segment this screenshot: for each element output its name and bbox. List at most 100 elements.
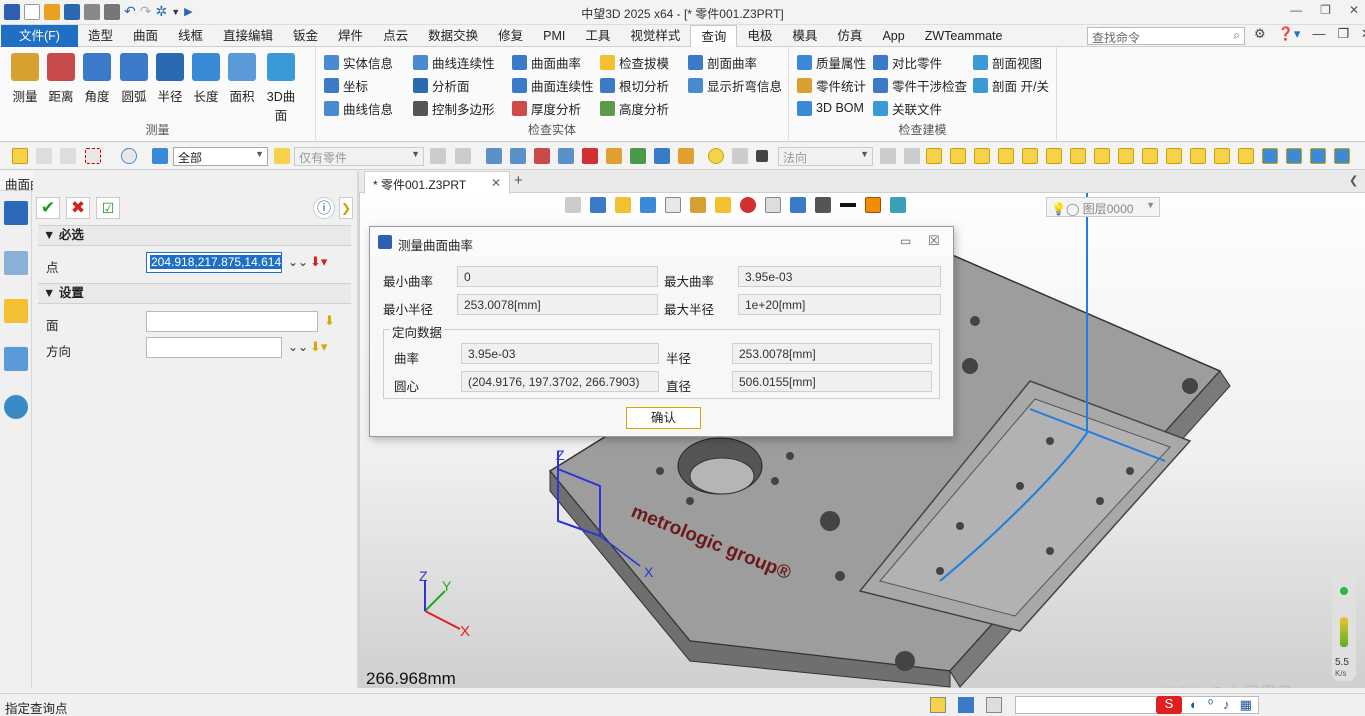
pick-direction-icon[interactable]: ⬇▾ bbox=[310, 339, 327, 355]
hole[interactable] bbox=[936, 567, 944, 575]
snap-filter-icon-17[interactable] bbox=[1334, 148, 1350, 164]
double-chevron-icon[interactable]: ⌄⌄ bbox=[288, 255, 308, 269]
status-grid-icon[interactable] bbox=[930, 697, 946, 713]
ok-check-icon[interactable]: ✔ bbox=[36, 197, 60, 219]
image-icon[interactable] bbox=[630, 148, 646, 164]
entity-col4-button-0[interactable]: 检查拔模 bbox=[600, 52, 669, 72]
view-manager-icon[interactable] bbox=[4, 347, 28, 371]
snap-filter-icon-2[interactable] bbox=[974, 148, 990, 164]
entity-col3-button-2[interactable]: 厚度分析 bbox=[512, 98, 581, 118]
file-menu[interactable]: 文件(F) bbox=[1, 25, 78, 47]
view-tool-icon[interactable] bbox=[455, 148, 471, 164]
entity-col2-button-0[interactable]: 曲线连续性 bbox=[413, 52, 495, 72]
hole[interactable] bbox=[970, 316, 980, 326]
menu-tab-9[interactable]: PMI bbox=[533, 25, 575, 47]
menu-tab-14[interactable]: 模具 bbox=[782, 25, 827, 47]
entity-col2-button-1[interactable]: 分析面 bbox=[413, 75, 470, 95]
direction-input[interactable] bbox=[146, 337, 282, 358]
help-icon[interactable]: ❓▾ bbox=[1278, 26, 1301, 42]
model-col2-button-1[interactable]: 零件干涉检查 bbox=[873, 75, 967, 95]
measure-button-3[interactable]: 圆弧 bbox=[117, 53, 151, 105]
snap-filter-icon-11[interactable] bbox=[1190, 148, 1206, 164]
target-icon[interactable] bbox=[740, 197, 756, 213]
entity-col4-button-1[interactable]: 根切分析 bbox=[600, 75, 669, 95]
magnet-icon[interactable] bbox=[732, 148, 748, 164]
hole[interactable] bbox=[786, 452, 794, 460]
part-filter-icon[interactable] bbox=[274, 148, 290, 164]
circle-select-icon[interactable] bbox=[121, 148, 137, 164]
view-orient-icon[interactable] bbox=[590, 197, 606, 213]
menu-tab-15[interactable]: 仿真 bbox=[827, 25, 872, 47]
menu-tab-5[interactable]: 焊件 bbox=[328, 25, 373, 47]
pick-arrow-icon[interactable] bbox=[12, 148, 28, 164]
entity-col1-button-2[interactable]: 曲线信息 bbox=[324, 98, 393, 118]
info-icon[interactable]: ⓘ bbox=[313, 197, 335, 219]
hole[interactable] bbox=[686, 497, 694, 505]
doc-minimize-icon[interactable]: — bbox=[1312, 26, 1325, 42]
section-icon[interactable] bbox=[715, 197, 731, 213]
face-input[interactable] bbox=[146, 311, 318, 332]
tab-close-icon[interactable]: ✕ bbox=[491, 176, 501, 190]
measure-button-2[interactable]: 角度 bbox=[80, 53, 114, 105]
menu-tab-16[interactable]: App bbox=[872, 25, 914, 47]
snap-icon-4[interactable] bbox=[558, 148, 574, 164]
hole[interactable] bbox=[895, 651, 915, 671]
menu-tab-0[interactable]: 造型 bbox=[78, 25, 123, 47]
snap-filter-icon-14[interactable] bbox=[1262, 148, 1278, 164]
entity-col5-button-0[interactable]: 剖面曲率 bbox=[688, 52, 757, 72]
layer-tool-icon[interactable] bbox=[430, 148, 446, 164]
filter-icon[interactable] bbox=[152, 148, 168, 164]
hole[interactable] bbox=[956, 522, 964, 530]
apply-icon[interactable]: ☑ bbox=[96, 197, 120, 219]
model-col1-button-1[interactable]: 零件统计 bbox=[797, 75, 866, 95]
snap-filter-icon-1[interactable] bbox=[950, 148, 966, 164]
display-mode-icon[interactable] bbox=[640, 197, 656, 213]
snap-icon-1[interactable] bbox=[486, 148, 502, 164]
menu-tab-3[interactable]: 直接编辑 bbox=[213, 25, 283, 47]
doc-tab[interactable]: * 零件001.Z3PRT ✕ bbox=[364, 171, 510, 194]
color-swatch-icon[interactable] bbox=[865, 197, 881, 213]
cube-view-icon[interactable] bbox=[665, 197, 681, 213]
snap-filter-icon-8[interactable] bbox=[1118, 148, 1134, 164]
layer-manager-icon[interactable] bbox=[890, 197, 906, 213]
layer-combo[interactable]: 💡◯ 图层0000 ▼ bbox=[1046, 197, 1160, 217]
double-chevron-icon[interactable]: ⌄⌄ bbox=[288, 340, 308, 354]
command-search-input[interactable]: 查找命令 ⌕ bbox=[1087, 27, 1245, 45]
snap-filter-icon-5[interactable] bbox=[1046, 148, 1062, 164]
menu-tab-12[interactable]: 查询 bbox=[690, 25, 738, 47]
measure-button-1[interactable]: 距离 bbox=[44, 53, 78, 105]
dialog-close-icon[interactable]: ☒ bbox=[928, 233, 940, 249]
history-icon[interactable] bbox=[606, 148, 622, 164]
menu-tab-10[interactable]: 工具 bbox=[575, 25, 620, 47]
cursor-icon[interactable] bbox=[582, 148, 598, 164]
snap-icon-3[interactable] bbox=[534, 148, 550, 164]
minus-icon[interactable] bbox=[60, 148, 76, 164]
zoom-fit-icon[interactable] bbox=[765, 197, 781, 213]
ime-s-icon[interactable]: S bbox=[1156, 696, 1182, 714]
ime-cn-icon[interactable]: ◐ bbox=[1190, 697, 1198, 713]
direction-combo[interactable]: 法向 ▼ bbox=[778, 147, 873, 166]
settings-tool-icon[interactable] bbox=[904, 148, 920, 164]
entity-col3-button-0[interactable]: 曲面曲率 bbox=[512, 52, 581, 72]
entity-col1-button-0[interactable]: 实体信息 bbox=[324, 52, 393, 72]
required-section-header[interactable]: ▼ 必选 bbox=[38, 225, 351, 246]
gear-icon[interactable]: ⚙ bbox=[1254, 26, 1266, 42]
minimize-icon[interactable]: — bbox=[1290, 3, 1302, 17]
hole[interactable] bbox=[1046, 437, 1054, 445]
snap-filter-icon-4[interactable] bbox=[1022, 148, 1038, 164]
assembly-tree-icon[interactable] bbox=[4, 251, 28, 275]
model-col2-button-2[interactable]: 关联文件 bbox=[873, 98, 942, 118]
confirm-button[interactable]: 确认 bbox=[626, 407, 701, 429]
menu-tab-17[interactable]: ZWTeammate bbox=[915, 25, 1013, 47]
entity-col3-button-1[interactable]: 曲面连续性 bbox=[512, 75, 594, 95]
view-back-icon[interactable] bbox=[565, 197, 581, 213]
expand-panel-icon[interactable]: ❯ bbox=[339, 197, 353, 219]
model-col3-button-1[interactable]: 剖面 开/关 bbox=[973, 75, 1049, 95]
model-col1-button-0[interactable]: 质量属性 bbox=[797, 52, 866, 72]
measure-button-6[interactable]: 面积 bbox=[225, 53, 259, 105]
pick-point-icon[interactable]: ⬇▾ bbox=[310, 254, 327, 270]
feature-manager-icon[interactable] bbox=[4, 201, 28, 225]
measure-button-4[interactable]: 半径 bbox=[153, 53, 187, 105]
snap-filter-icon-0[interactable] bbox=[926, 148, 942, 164]
hole[interactable] bbox=[771, 477, 779, 485]
